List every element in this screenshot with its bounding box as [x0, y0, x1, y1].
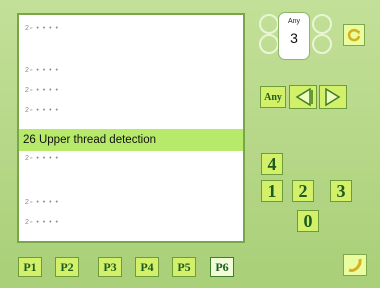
key-3-button[interactable]: 3	[330, 180, 352, 202]
refresh-button[interactable]	[343, 24, 365, 46]
page-button-p3[interactable]: P3	[98, 257, 122, 277]
any-button[interactable]: Any	[260, 86, 286, 108]
parameter-list: 2▫ • • • • 2▫ • • • • 2▫ • • • • 2▫ • • …	[17, 13, 245, 243]
key-1-button[interactable]: 1	[261, 180, 283, 202]
left-arrow-icon	[295, 87, 313, 107]
enter-button[interactable]	[343, 254, 367, 276]
screen-background: 2▫ • • • • 2▫ • • • • 2▫ • • • • 2▫ • • …	[0, 0, 380, 288]
left-arrow-button[interactable]	[289, 85, 317, 109]
value-selector[interactable]: Any 3	[278, 12, 310, 60]
key-2-button[interactable]: 2	[292, 180, 314, 202]
key-0-button[interactable]: 0	[297, 210, 319, 232]
selector-label: Any	[287, 18, 301, 25]
list-item[interactable]: 2▫ • • • •	[25, 25, 59, 39]
page-button-p1[interactable]: P1	[18, 257, 42, 277]
digit-wheel-icon	[312, 34, 332, 54]
digit-wheel-icon	[259, 14, 279, 34]
right-arrow-button[interactable]	[319, 85, 347, 109]
page-button-p2[interactable]: P2	[55, 257, 79, 277]
list-item[interactable]: 2▫ • • • •	[25, 219, 59, 233]
list-item[interactable]: 2▫ • • • •	[25, 87, 59, 101]
digit-wheel-icon	[259, 34, 279, 54]
refresh-icon	[347, 28, 361, 42]
list-item[interactable]: 2▫ • • • •	[25, 199, 59, 213]
key-4-button[interactable]: 4	[261, 153, 283, 175]
page-button-p4[interactable]: P4	[135, 257, 159, 277]
selector-value: 3	[290, 30, 298, 46]
list-item[interactable]: 2▫ • • • •	[25, 67, 59, 81]
digit-wheel-icon	[312, 14, 332, 34]
page-button-p5[interactable]: P5	[172, 257, 196, 277]
list-item[interactable]: 2▫ • • • •	[25, 107, 59, 121]
enter-icon	[348, 258, 362, 272]
list-item-selected[interactable]: 26 Upper thread detection	[19, 129, 243, 151]
page-button-p6[interactable]: P6	[210, 257, 234, 277]
right-arrow-icon	[325, 87, 341, 107]
list-item[interactable]: 2▫ • • • •	[25, 155, 59, 169]
